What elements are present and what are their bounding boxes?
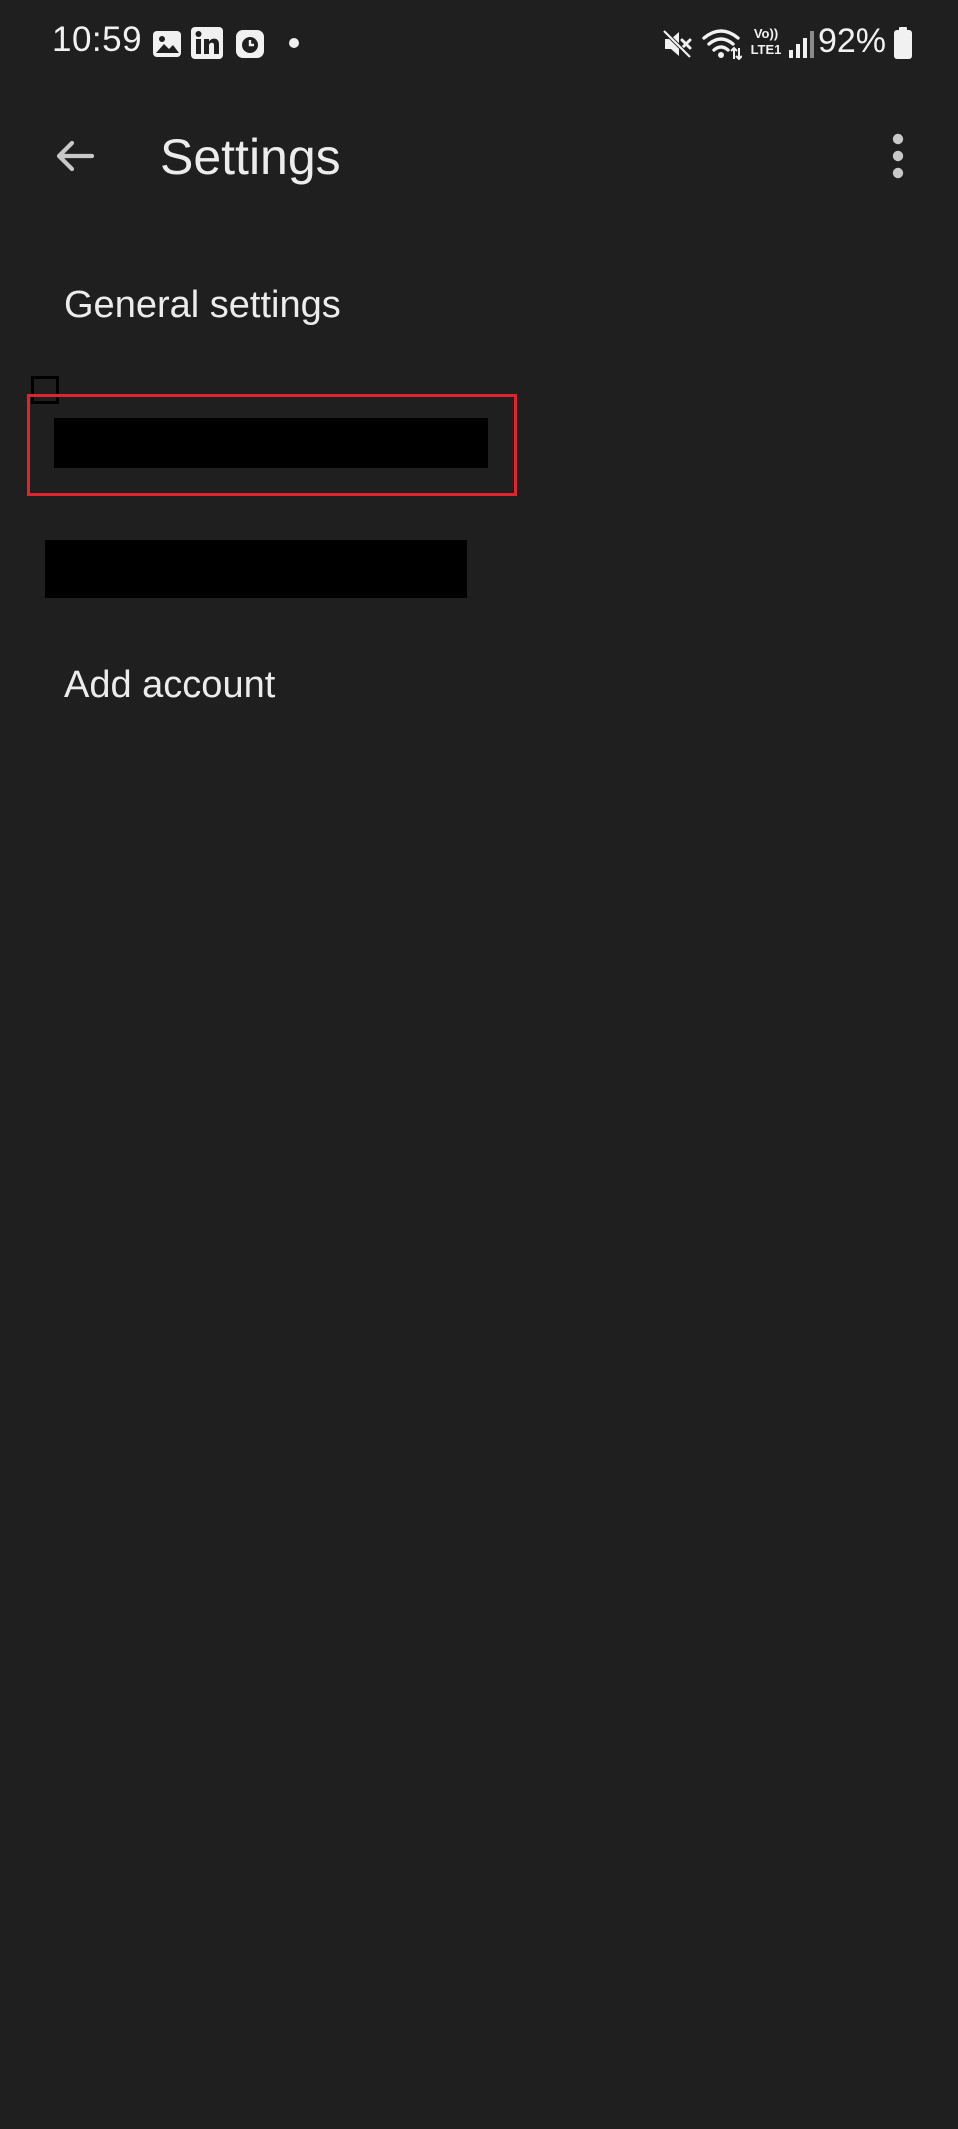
- clock-app-icon: [236, 30, 264, 58]
- page-title: Settings: [160, 129, 341, 185]
- mute-icon: [662, 29, 692, 59]
- battery-icon: [894, 27, 912, 59]
- wifi-icon: [702, 29, 742, 60]
- more-vert-icon: [892, 133, 904, 179]
- back-button[interactable]: [38, 120, 110, 192]
- volte-label-top: Vo)): [753, 26, 779, 41]
- add-account-item[interactable]: Add account: [0, 648, 958, 732]
- redacted-account-name: [54, 418, 488, 468]
- linkedin-icon: [191, 27, 223, 59]
- general-settings-label: General settings: [64, 284, 341, 326]
- app-bar: Settings: [0, 100, 958, 212]
- battery-percent: 92%: [817, 22, 886, 60]
- more-options-button[interactable]: [862, 120, 934, 192]
- selection-marker: [31, 376, 59, 404]
- general-settings-item[interactable]: General settings: [0, 262, 958, 352]
- notification-dot-icon: [289, 38, 299, 48]
- gallery-icon: [153, 31, 181, 57]
- add-account-label: Add account: [64, 664, 276, 706]
- volte-label-bottom: LTE1: [750, 42, 782, 57]
- redacted-account-name: [45, 540, 467, 598]
- arrow-back-icon: [56, 140, 95, 172]
- status-time: 10:59: [52, 20, 143, 59]
- volte-icon: Vo)) LTE1: [747, 26, 785, 60]
- status-bar: 10:59 Vo)) LTE1 92%: [0, 0, 958, 88]
- signal-icon: [789, 31, 814, 58]
